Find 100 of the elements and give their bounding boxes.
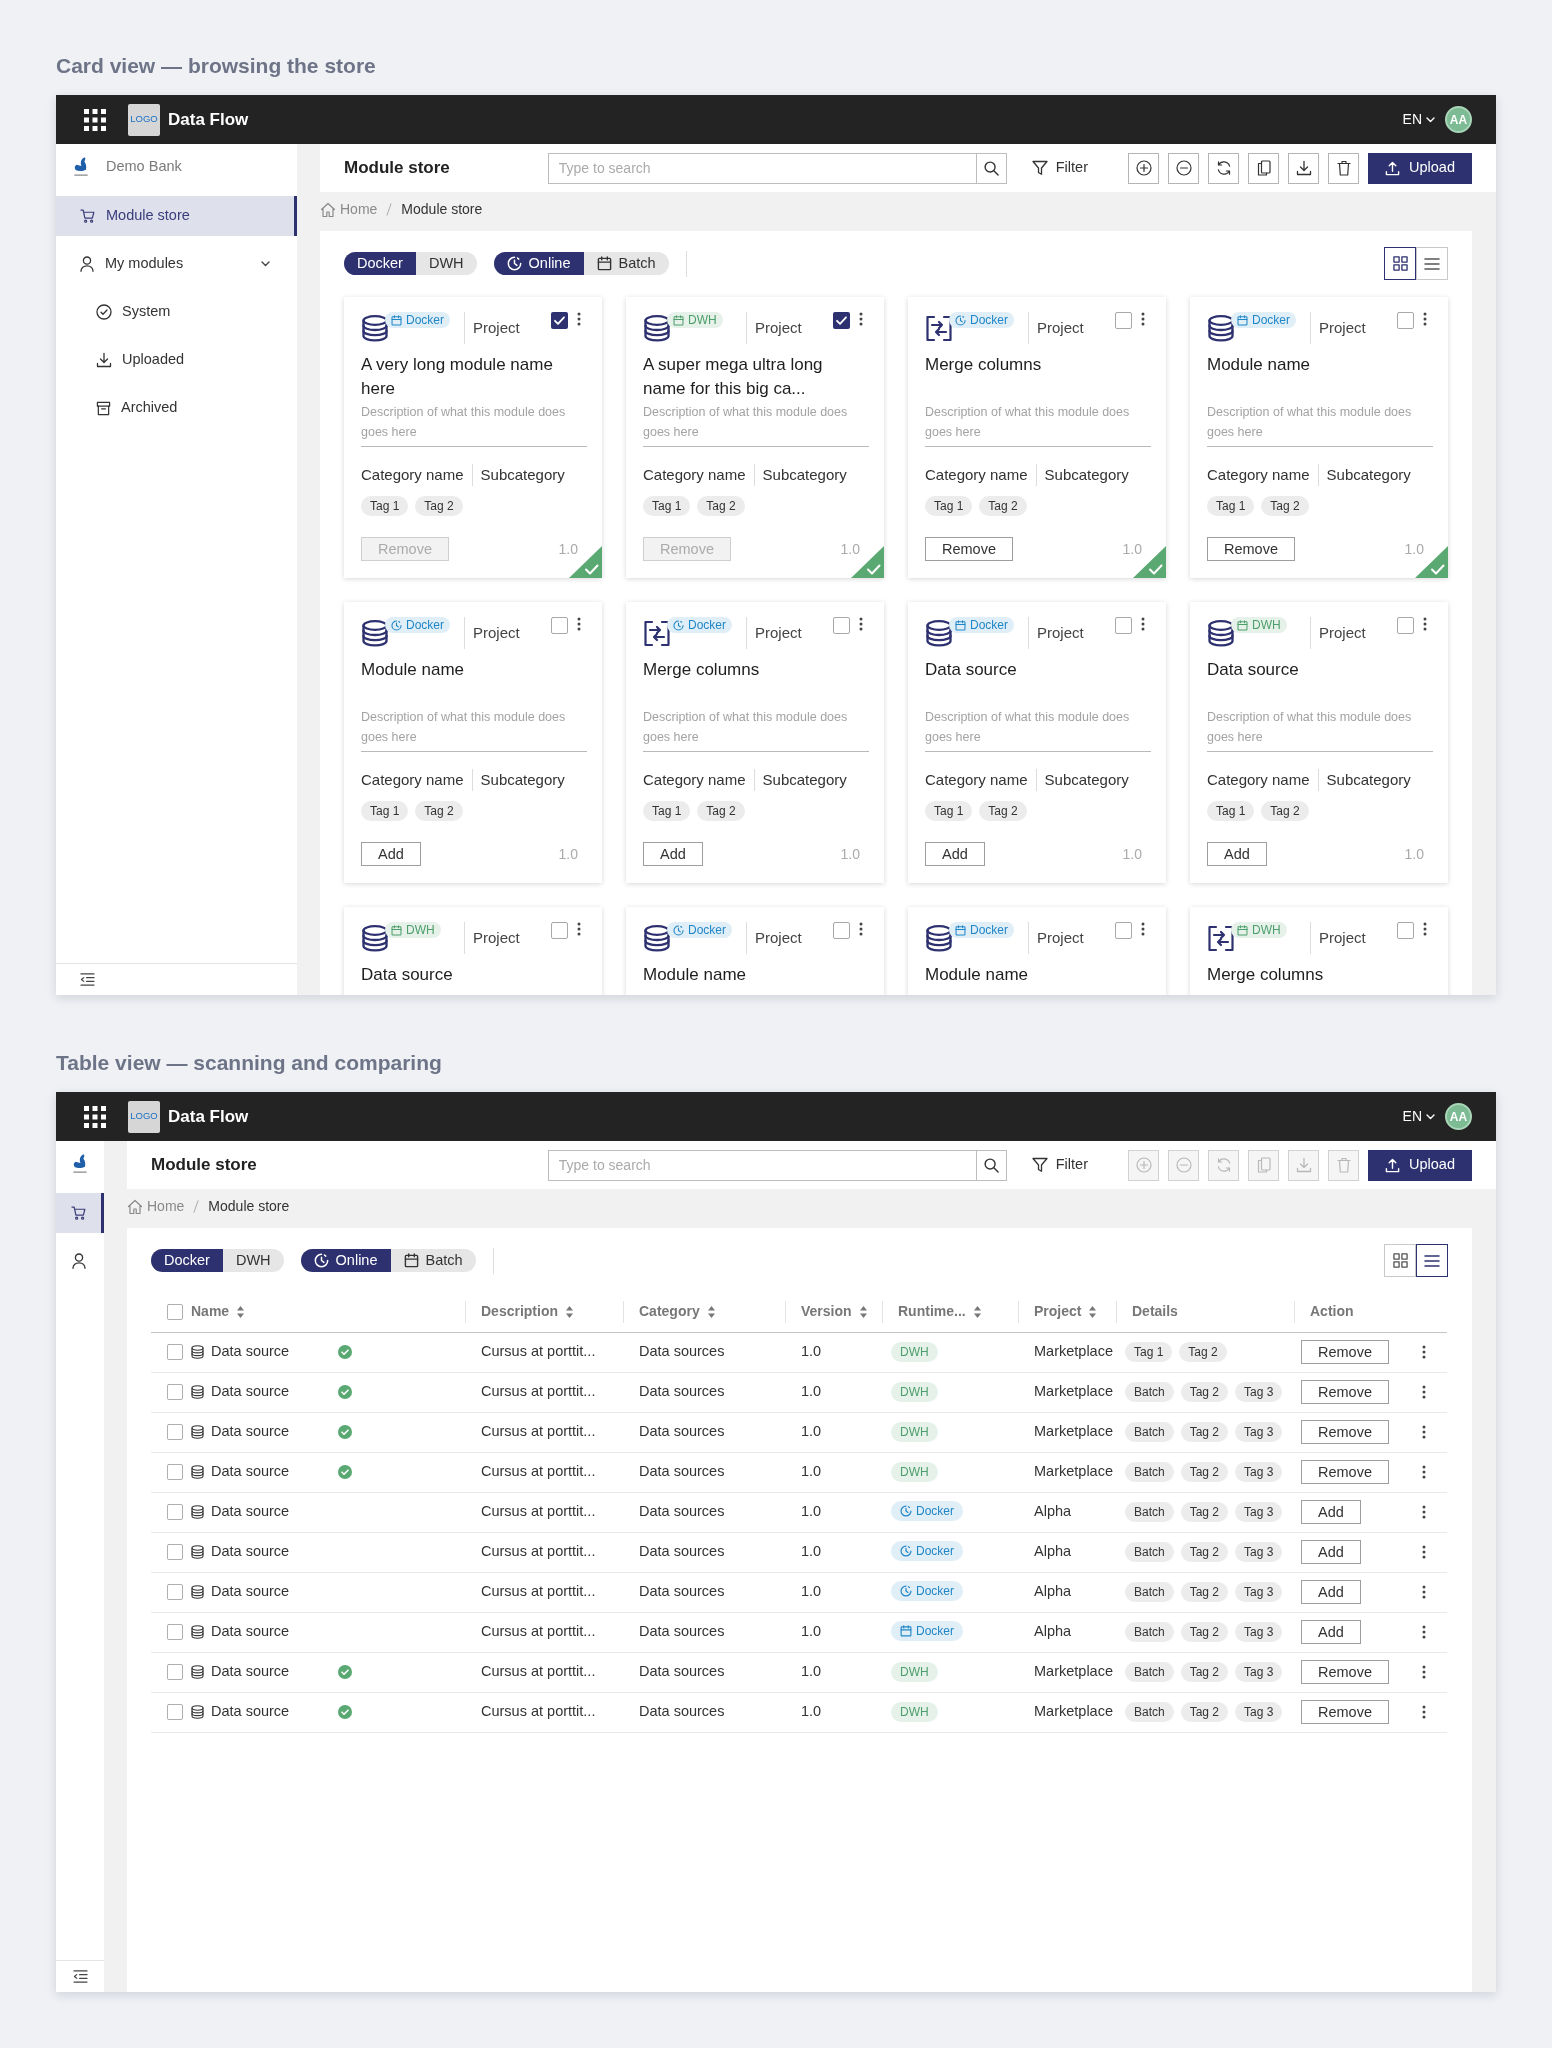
checkbox[interactable] <box>551 922 568 939</box>
kebab-menu-icon[interactable] <box>577 312 581 326</box>
module-action-button[interactable]: Add <box>1301 1580 1361 1604</box>
module-action-button[interactable]: Add <box>1301 1620 1361 1644</box>
checkbox[interactable] <box>167 1624 183 1640</box>
module-action-button[interactable]: Remove <box>1301 1420 1389 1444</box>
kebab-menu-icon[interactable] <box>1422 1625 1426 1639</box>
kebab-menu-icon[interactable] <box>1423 922 1427 936</box>
column-header[interactable]: Project <box>1034 1301 1097 1323</box>
checkbox[interactable] <box>1397 617 1414 634</box>
filter-button[interactable]: Filter <box>1031 157 1088 179</box>
segment-button[interactable]: Docker <box>151 1249 223 1272</box>
language-selector[interactable]: EN <box>1402 1106 1435 1127</box>
module-action-button[interactable]: Add <box>1207 842 1267 866</box>
module-action-button[interactable]: Remove <box>1301 1380 1389 1404</box>
filter-button[interactable]: Filter <box>1031 1154 1088 1176</box>
copy-button[interactable] <box>1248 152 1279 184</box>
checkbox[interactable] <box>1115 312 1132 329</box>
kebab-menu-icon[interactable] <box>859 922 863 936</box>
sort-icon[interactable] <box>859 1305 867 1318</box>
segment-button[interactable]: Online <box>493 252 584 275</box>
checkbox[interactable] <box>1115 617 1132 634</box>
segment-button[interactable]: Docker <box>344 252 416 275</box>
kebab-menu-icon[interactable] <box>1422 1345 1426 1359</box>
sort-icon[interactable] <box>237 1305 245 1318</box>
module-action-button[interactable]: Remove <box>1301 1700 1389 1724</box>
column-header[interactable]: Name <box>191 1301 245 1323</box>
collapse-sidebar-icon[interactable] <box>72 1970 88 1983</box>
download-button[interactable] <box>1288 152 1319 184</box>
kebab-menu-icon[interactable] <box>1422 1385 1426 1399</box>
column-header[interactable]: Version <box>801 1301 867 1323</box>
module-action-button[interactable]: Add <box>643 842 703 866</box>
sidebar-item[interactable]: System <box>56 292 297 332</box>
kebab-menu-icon[interactable] <box>1422 1665 1426 1679</box>
module-action-button[interactable]: Remove <box>925 537 1013 561</box>
kebab-menu-icon[interactable] <box>1422 1425 1426 1439</box>
apps-grid-icon[interactable] <box>84 1105 106 1128</box>
module-action-button[interactable]: Add <box>361 842 421 866</box>
grid-view-button[interactable] <box>1384 247 1416 280</box>
kebab-menu-icon[interactable] <box>577 617 581 631</box>
checkbox[interactable] <box>833 922 850 939</box>
refresh-button[interactable] <box>1208 152 1239 184</box>
segment-button[interactable]: Online <box>300 1249 391 1272</box>
kebab-menu-icon[interactable] <box>1422 1465 1426 1479</box>
column-header[interactable]: Category <box>639 1301 715 1323</box>
kebab-menu-icon[interactable] <box>1141 922 1145 936</box>
sort-icon[interactable] <box>707 1305 715 1318</box>
checkbox[interactable] <box>167 1464 183 1480</box>
checkbox[interactable] <box>167 1504 183 1520</box>
remove-button[interactable] <box>1168 152 1199 184</box>
checkbox[interactable] <box>833 617 850 634</box>
sort-icon[interactable] <box>566 1305 573 1318</box>
module-action-button[interactable]: Add <box>1301 1540 1361 1564</box>
column-header[interactable]: Runtime... <box>898 1301 981 1323</box>
checkbox[interactable] <box>1397 922 1414 939</box>
upload-button[interactable]: Upload <box>1368 152 1472 184</box>
checkbox[interactable] <box>551 312 568 329</box>
checkbox[interactable] <box>167 1344 183 1360</box>
upload-button[interactable]: Upload <box>1368 1149 1472 1181</box>
kebab-menu-icon[interactable] <box>1422 1545 1426 1559</box>
search-button[interactable] <box>975 152 1007 184</box>
kebab-menu-icon[interactable] <box>1141 617 1145 631</box>
checkbox[interactable] <box>167 1544 183 1560</box>
kebab-menu-icon[interactable] <box>1422 1705 1426 1719</box>
kebab-menu-icon[interactable] <box>1422 1505 1426 1519</box>
kebab-menu-icon[interactable] <box>1141 312 1145 326</box>
module-action-button[interactable]: Remove <box>1301 1660 1389 1684</box>
sidebar-item[interactable]: My modules <box>56 244 297 284</box>
segment-button[interactable]: Batch <box>583 252 669 275</box>
sidebar-item[interactable]: Module store <box>56 196 297 236</box>
search-field[interactable]: Type to search <box>547 1149 976 1181</box>
kebab-menu-icon[interactable] <box>859 312 863 326</box>
delete-button[interactable] <box>1328 152 1359 184</box>
kebab-menu-icon[interactable] <box>1423 617 1427 631</box>
sidebar-item[interactable]: Uploaded <box>56 340 297 380</box>
checkbox[interactable] <box>167 1664 183 1680</box>
module-action-button[interactable]: Remove <box>1207 537 1295 561</box>
kebab-menu-icon[interactable] <box>1422 1585 1426 1599</box>
segment-button[interactable]: DWH <box>415 252 477 275</box>
sort-icon[interactable] <box>1089 1305 1097 1318</box>
checkbox[interactable] <box>167 1424 183 1440</box>
checkbox[interactable] <box>167 1384 183 1400</box>
kebab-menu-icon[interactable] <box>859 617 863 631</box>
kebab-menu-icon[interactable] <box>577 922 581 936</box>
checkbox[interactable] <box>167 1704 183 1720</box>
checkbox[interactable] <box>1115 922 1132 939</box>
module-action-button[interactable]: Remove <box>1301 1340 1389 1364</box>
segment-button[interactable]: Batch <box>390 1249 476 1272</box>
apps-grid-icon[interactable] <box>84 108 106 131</box>
search-field[interactable]: Type to search <box>547 152 976 184</box>
search-button[interactable] <box>975 1149 1007 1181</box>
module-action-button[interactable]: Add <box>1301 1500 1361 1524</box>
checkbox[interactable] <box>167 1584 183 1600</box>
sidebar-item[interactable] <box>56 1193 104 1233</box>
checkbox[interactable] <box>551 617 568 634</box>
sort-icon[interactable] <box>973 1305 981 1318</box>
language-selector[interactable]: EN <box>1402 109 1435 130</box>
column-header[interactable]: Description <box>481 1301 573 1323</box>
checkbox[interactable] <box>167 1303 183 1320</box>
checkbox[interactable] <box>833 312 850 329</box>
